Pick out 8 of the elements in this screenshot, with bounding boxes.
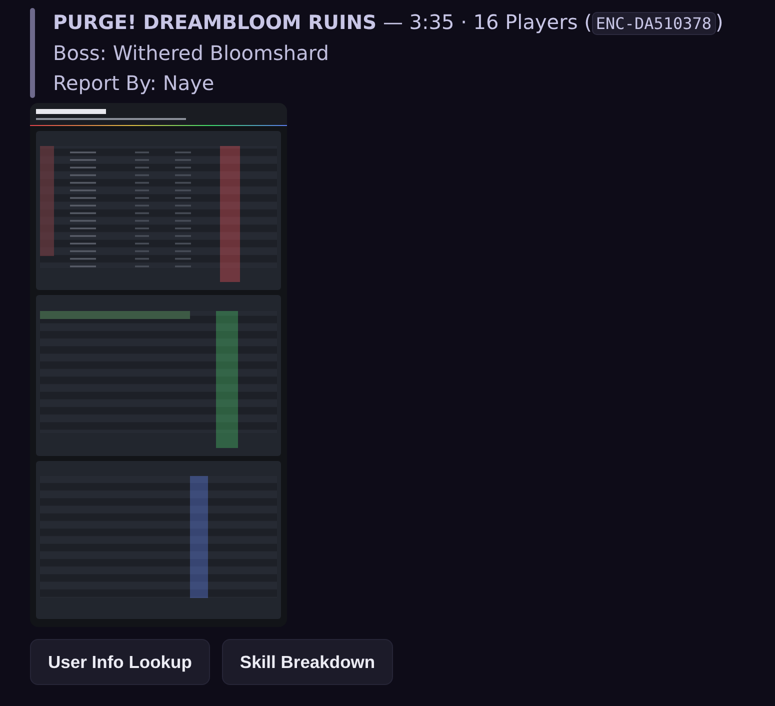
message-line: Boss: Withered Bloomshard <box>53 40 330 67</box>
message-line: Report By: Naye <box>53 70 216 97</box>
title-details: — 3:35 · 16 Players ( <box>382 10 592 34</box>
action-button[interactable]: Skill Breakdown <box>222 639 394 685</box>
encounter-code: ENC-DA510378 <box>592 12 716 35</box>
action-button[interactable]: User Info Lookup <box>30 639 210 685</box>
report-title: PURGE! DREAMBLOOM RUINS <box>53 11 377 34</box>
closing-parenthesis: ) <box>716 10 724 34</box>
